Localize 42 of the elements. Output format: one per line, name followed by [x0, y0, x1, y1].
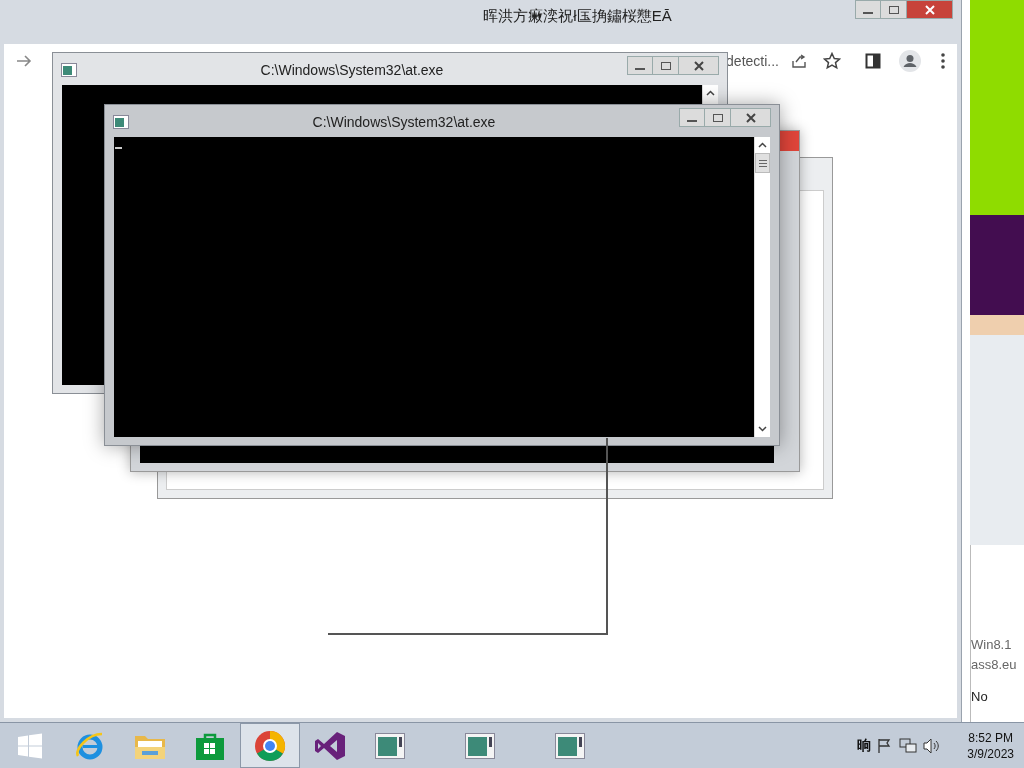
console-window-icon: [465, 732, 495, 759]
text-cursor: [115, 147, 122, 149]
minimize-button[interactable]: [679, 108, 705, 127]
window-title: C:\Windows\System32\at.exe: [259, 61, 445, 80]
maximize-button[interactable]: [881, 0, 907, 19]
close-icon: [924, 4, 935, 15]
ime-indicator[interactable]: 晌: [857, 735, 872, 756]
windows-logo-icon: [17, 732, 43, 759]
share-icon[interactable]: [791, 53, 807, 69]
console-window-icon: [375, 732, 405, 759]
clock-time[interactable]: 8:52 PM: [968, 729, 1013, 746]
close-button[interactable]: [731, 108, 771, 127]
close-icon: [745, 112, 756, 123]
address-text[interactable]: detecti...: [726, 50, 779, 72]
close-button[interactable]: [907, 0, 953, 19]
maximize-button[interactable]: [705, 108, 731, 127]
side-text: ass8.eu: [971, 656, 1018, 674]
peach-strip: [970, 315, 1024, 335]
console-window-icon: [61, 63, 77, 77]
speaker-icon[interactable]: [923, 737, 942, 754]
taskbar-button[interactable]: [240, 723, 300, 768]
scroll-thumb[interactable]: [755, 153, 770, 173]
network-icon[interactable]: [899, 737, 918, 754]
close-button[interactable]: [679, 56, 719, 75]
window-title: C:\Windows\System32\at.exe: [311, 113, 497, 132]
side-text: Win8.1: [971, 636, 1013, 654]
star-icon[interactable]: [823, 52, 841, 70]
close-icon: [693, 60, 704, 71]
infinity-logo-icon: [314, 729, 346, 762]
window-title: 晖洪方瘷湙祝ł匤捔鏽桜戁EĀ: [482, 6, 673, 26]
profile-avatar-icon[interactable]: [899, 50, 921, 72]
chrome-logo-icon: [254, 729, 286, 762]
console-window-icon: [113, 115, 129, 129]
minimize-button[interactable]: [627, 56, 653, 75]
clock-date[interactable]: 3/9/2023: [967, 745, 1014, 762]
console-window-icon: [555, 732, 585, 759]
minimize-button[interactable]: [855, 0, 881, 19]
forward-arrow-icon[interactable]: [16, 54, 32, 68]
more-menu-icon[interactable]: [941, 53, 945, 69]
maximize-button[interactable]: [653, 56, 679, 75]
side-panel-icon[interactable]: [865, 53, 881, 69]
side-text: No: [971, 688, 989, 706]
